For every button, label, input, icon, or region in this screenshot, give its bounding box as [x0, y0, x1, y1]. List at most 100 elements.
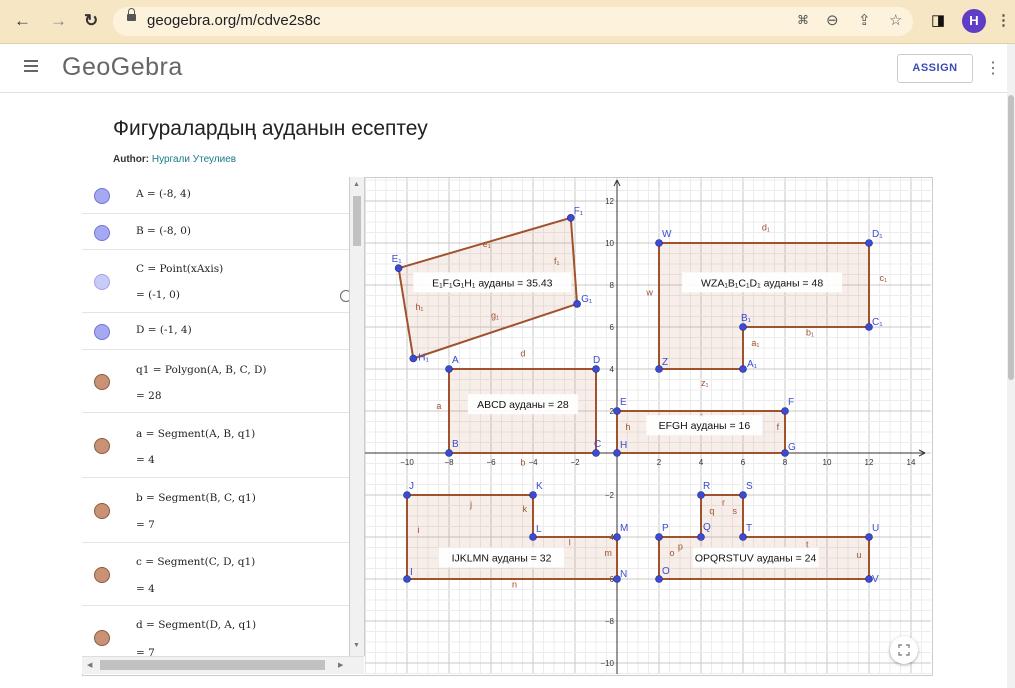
- point-u[interactable]: [865, 533, 873, 541]
- algebra-definition[interactable]: q1 = Polygon(A, B, C, D): [136, 364, 267, 376]
- algebra-row[interactable]: d = Segment(D, A, q1) = 7: [82, 606, 349, 656]
- point-label-g: G: [788, 442, 796, 453]
- algebra-row[interactable]: b = Segment(B, C, q1) = 7: [82, 478, 349, 543]
- y-tick-label: −8: [605, 617, 615, 626]
- algebra-definition[interactable]: A = (-8, 4): [136, 188, 191, 200]
- point-c[interactable]: [592, 449, 600, 457]
- scroll-up-arrow-icon[interactable]: ▲: [353, 181, 360, 188]
- graphics-canvas[interactable]: −10−8−6−4−2246810121412108642−2−4−6−8−10…: [365, 178, 931, 674]
- profile-avatar[interactable]: H: [962, 9, 986, 33]
- algebra-row[interactable]: A = (-8, 4): [82, 177, 349, 214]
- browser-menu-icon[interactable]: ⋮: [996, 11, 1011, 29]
- point-g1[interactable]: [573, 300, 581, 308]
- segment-label-g1: g₁: [491, 311, 499, 321]
- point-p[interactable]: [655, 533, 663, 541]
- page-scrollbar-thumb[interactable]: [1008, 95, 1014, 380]
- url-text[interactable]: geogebra.org/m/cdve2s8c: [147, 12, 320, 29]
- visibility-toggle[interactable]: [94, 274, 110, 290]
- point-a[interactable]: [445, 365, 453, 373]
- algebra-definition[interactable]: B = (-8, 0): [136, 225, 191, 237]
- point-j[interactable]: [403, 491, 411, 499]
- reload-icon[interactable]: ↻: [84, 10, 98, 32]
- visibility-toggle[interactable]: [94, 225, 110, 241]
- visibility-toggle[interactable]: [94, 567, 110, 583]
- algebra-row[interactable]: q1 = Polygon(A, B, C, D) = 28: [82, 350, 349, 413]
- point-f[interactable]: [781, 407, 789, 415]
- point-d1[interactable]: [865, 239, 873, 247]
- segment-label-l: l: [569, 537, 571, 547]
- scroll-down-arrow-icon[interactable]: ▼: [353, 642, 360, 649]
- hamburger-menu-icon[interactable]: [24, 60, 38, 75]
- translate-icon[interactable]: ⌘: [797, 13, 809, 27]
- x-tick-label: −4: [528, 458, 538, 467]
- point-k[interactable]: [529, 491, 537, 499]
- algebra-row[interactable]: C = Point(xAxis) = (-1, 0): [82, 250, 349, 313]
- segment-label-j: j: [469, 500, 472, 510]
- scroll-left-arrow-icon[interactable]: ◀: [87, 661, 92, 669]
- forward-icon[interactable]: →: [50, 10, 67, 32]
- algebra-row[interactable]: D = (-1, 4): [82, 313, 349, 350]
- point-label-h1: H₁: [418, 353, 429, 364]
- segment-label-h1: h₁: [415, 302, 423, 312]
- more-options-icon[interactable]: ⋮: [985, 58, 1001, 78]
- point-s[interactable]: [739, 491, 747, 499]
- point-label-k: K: [536, 481, 543, 492]
- point-e1[interactable]: [394, 264, 403, 272]
- algebra-definition[interactable]: c = Segment(C, D, q1): [136, 556, 255, 568]
- point-a1[interactable]: [739, 365, 747, 373]
- geogebra-logo[interactable]: GeoGebra: [62, 53, 183, 82]
- algebra-row[interactable]: B = (-8, 0): [82, 214, 349, 250]
- share-icon[interactable]: ⇪: [858, 11, 871, 29]
- point-b1[interactable]: [739, 323, 747, 331]
- point-e[interactable]: [613, 407, 621, 415]
- lock-icon[interactable]: [127, 8, 136, 21]
- point-t[interactable]: [739, 533, 747, 541]
- point-d[interactable]: [592, 365, 600, 373]
- area-label-wza1b1c1d1: WZA₁B₁C₁D₁ ауданы = 48: [701, 277, 823, 289]
- visibility-toggle[interactable]: [94, 438, 110, 454]
- zoom-icon[interactable]: ⊖: [826, 11, 839, 29]
- author-link[interactable]: Нургали Утеулиев: [152, 154, 236, 165]
- visibility-toggle[interactable]: [94, 188, 110, 204]
- side-panel-icon[interactable]: ◨: [931, 11, 945, 29]
- visibility-toggle[interactable]: [94, 503, 110, 519]
- algebra-row[interactable]: c = Segment(C, D, q1) = 4: [82, 543, 349, 606]
- point-label-d1: D₁: [872, 229, 883, 240]
- segment-label-p: p: [678, 542, 683, 552]
- fullscreen-button[interactable]: [890, 636, 918, 664]
- point-label-m: M: [620, 523, 628, 534]
- graphics-view[interactable]: −10−8−6−4−2246810121412108642−2−4−6−8−10…: [365, 178, 931, 674]
- fullscreen-icon[interactable]: [890, 636, 918, 664]
- point-label-p: P: [662, 523, 669, 534]
- algebra-definition[interactable]: C = Point(xAxis): [136, 263, 223, 275]
- point-h1[interactable]: [409, 354, 418, 363]
- area-label-ijklmn: IJKLMN ауданы = 32: [452, 553, 552, 565]
- algebra-definition[interactable]: b = Segment(B, C, q1): [136, 492, 256, 504]
- point-b[interactable]: [445, 449, 453, 457]
- y-tick-label: 12: [605, 197, 614, 206]
- x-tick-label: 14: [907, 458, 916, 467]
- back-icon[interactable]: ←: [14, 10, 31, 32]
- area-label-abcd: ABCD ауданы = 28: [477, 399, 569, 411]
- slider-play-icon[interactable]: [340, 290, 349, 302]
- visibility-toggle[interactable]: [94, 324, 110, 340]
- algebra-row[interactable]: a = Segment(A, B, q1) = 4: [82, 413, 349, 478]
- point-m[interactable]: [613, 533, 621, 541]
- point-q[interactable]: [697, 533, 705, 541]
- algebra-definition[interactable]: a = Segment(A, B, q1): [136, 428, 255, 440]
- point-w[interactable]: [655, 239, 663, 247]
- y-tick-label: 6: [610, 323, 615, 332]
- visibility-toggle[interactable]: [94, 630, 110, 646]
- bookmark-star-icon[interactable]: ☆: [889, 11, 902, 29]
- visibility-toggle[interactable]: [94, 374, 110, 390]
- y-tick-label: −10: [600, 659, 614, 668]
- assign-button[interactable]: ASSIGN: [897, 54, 973, 83]
- algebra-vertical-scrollbar[interactable]: [350, 177, 365, 656]
- algebra-definition[interactable]: D = (-1, 4): [136, 324, 192, 336]
- algebra-vertical-scrollbar-thumb[interactable]: [353, 196, 361, 246]
- point-label-g1: G₁: [581, 294, 593, 305]
- point-r[interactable]: [697, 491, 705, 499]
- scroll-right-arrow-icon[interactable]: ▶: [338, 661, 343, 669]
- algebra-definition[interactable]: d = Segment(D, A, q1): [136, 619, 256, 631]
- algebra-horizontal-scrollbar-thumb[interactable]: [100, 660, 325, 670]
